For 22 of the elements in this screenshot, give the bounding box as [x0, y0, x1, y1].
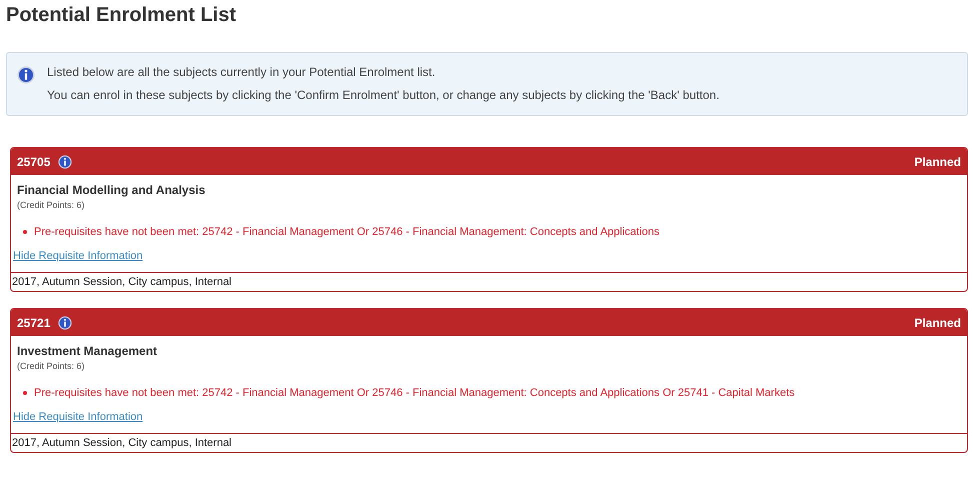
credit-points: (Credit Points: 6) — [16, 200, 86, 210]
offering-info: 2017, Autumn Session, City campus, Internal — [11, 272, 967, 291]
subject-code: 25721 — [17, 316, 50, 330]
hide-requisite-link[interactable]: Hide Requisite Information — [13, 250, 143, 262]
page-title: Potential Enrolment List — [6, 3, 238, 28]
info-icon[interactable] — [58, 316, 72, 330]
subject-name: Investment Management — [16, 344, 158, 358]
bullet-icon — [23, 391, 27, 395]
hide-requisite-link[interactable]: Hide Requisite Information — [13, 411, 143, 423]
requisite-warning: Pre-requisites have not been met: 25742 - Financial Management Or 25746 - Financial Management: Concepts and Applications Or 25741 - Capital Markets — [34, 387, 795, 399]
subject-code: 25705 — [17, 154, 50, 168]
status-label: Planned — [914, 154, 961, 168]
status-label: Planned — [914, 316, 961, 330]
credit-points: (Credit Points: 6) — [16, 361, 86, 371]
info-icon[interactable] — [58, 154, 72, 168]
bullet-icon — [23, 230, 27, 234]
offering-info: 2017, Autumn Session, City campus, Internal — [11, 433, 967, 452]
subject-name: Financial Modelling and Analysis — [16, 183, 206, 197]
info-text: Listed below are all the subjects currently in your Potential Enrolment list. — [47, 65, 436, 79]
info-icon — [17, 66, 35, 84]
requisite-warning: Pre-requisites have not been met: 25742 - Financial Management Or 25746 - Financial Management: Concepts and Applications — [34, 226, 660, 238]
info-text: You can enrol in these subjects by clicking the 'Confirm Enrolment' button, or change any subjects by clicking the 'Back' button. — [47, 88, 720, 102]
